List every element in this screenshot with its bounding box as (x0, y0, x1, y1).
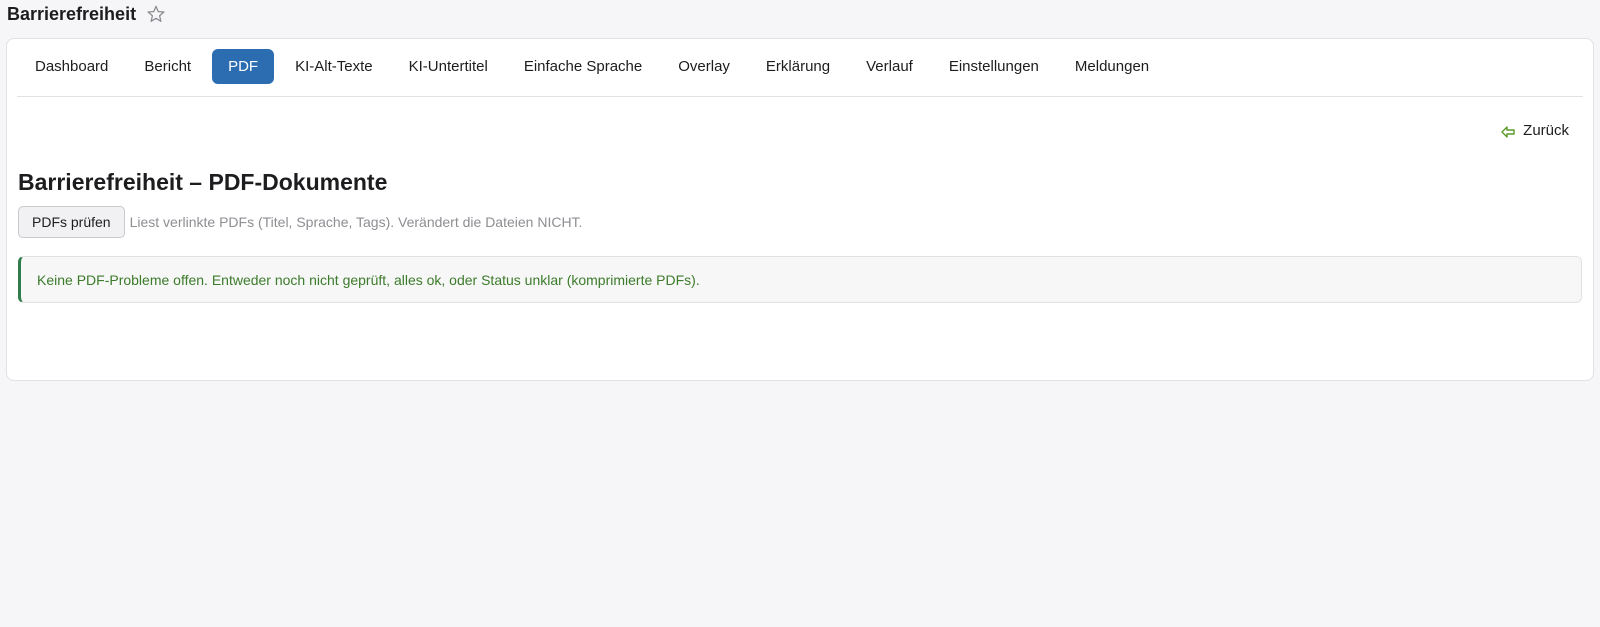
check-pdfs-button[interactable]: PDFs prüfen (18, 206, 125, 238)
tab-bericht[interactable]: Bericht (126, 49, 209, 84)
tab-bar: Dashboard Bericht PDF KI-Alt-Texte KI-Untert… (17, 49, 1583, 97)
star-outline-icon[interactable] (146, 4, 166, 24)
check-pdfs-hint: Liest verlinkte PDFs (Titel, Sprache, Ta… (129, 214, 583, 230)
back-link-label: Zurück (1523, 122, 1569, 139)
back-link[interactable]: Zurück (1501, 122, 1569, 139)
page-header: Barrierefreiheit (7, 2, 166, 26)
status-notice: Keine PDF-Probleme offen. Entweder noch … (18, 256, 1582, 303)
tab-einfache-sprache[interactable]: Einfache Sprache (506, 49, 660, 84)
tab-pdf[interactable]: PDF (212, 49, 275, 84)
tab-overlay[interactable]: Overlay (660, 49, 748, 84)
tab-ki-alt-texte[interactable]: KI-Alt-Texte (277, 49, 391, 84)
tab-ki-untertitel[interactable]: KI-Untertitel (391, 49, 506, 84)
tab-dashboard[interactable]: Dashboard (17, 49, 126, 84)
tab-erklaerung[interactable]: Erklärung (748, 49, 848, 84)
page-title: Barrierefreiheit (7, 3, 137, 24)
action-row: PDFs prüfen Liest verlinkte PDFs (Titel,… (18, 206, 582, 238)
tab-verlauf[interactable]: Verlauf (848, 49, 931, 84)
tab-einstellungen[interactable]: Einstellungen (931, 49, 1057, 84)
arrow-left-icon (1501, 125, 1515, 138)
status-notice-message: Keine PDF-Probleme offen. Entweder noch … (37, 271, 700, 288)
section-title: Barrierefreiheit – PDF-Dokumente (18, 169, 388, 195)
content-card: Dashboard Bericht PDF KI-Alt-Texte KI-Untert… (6, 38, 1594, 381)
tab-meldungen[interactable]: Meldungen (1057, 49, 1167, 84)
